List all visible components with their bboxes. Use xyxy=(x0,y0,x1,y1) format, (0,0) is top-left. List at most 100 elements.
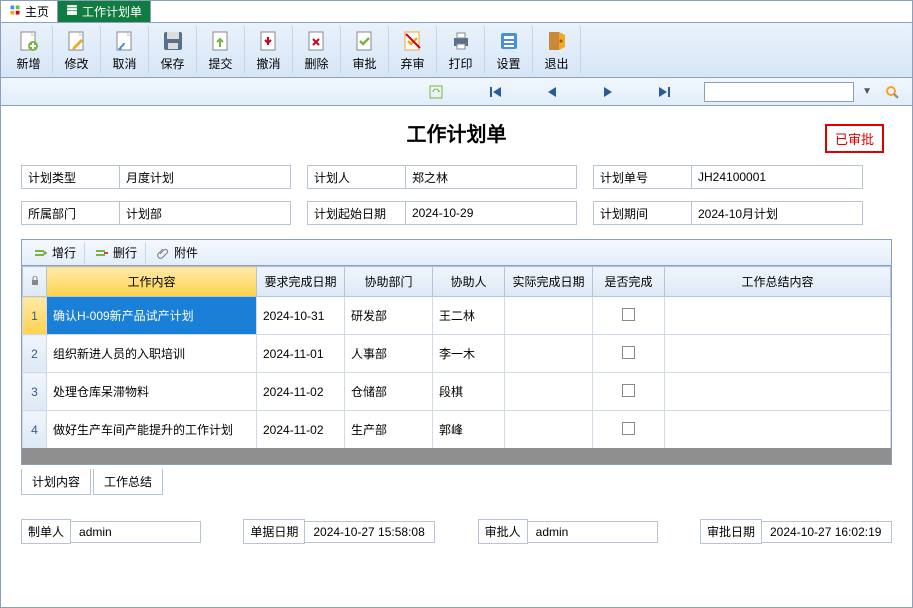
dropdown-icon[interactable]: ▼ xyxy=(862,86,872,97)
form-row-1: 计划类型月度计划 计划人郑之林 计划单号JH24100001 xyxy=(1,159,912,195)
find-button[interactable] xyxy=(880,82,904,102)
cell-summary[interactable] xyxy=(665,373,891,411)
cell-due[interactable]: 2024-11-02 xyxy=(257,411,345,449)
col-content[interactable]: 工作内容 xyxy=(47,267,257,297)
cell-summary[interactable] xyxy=(665,297,891,335)
col-dept[interactable]: 协助部门 xyxy=(345,267,433,297)
col-summary[interactable]: 工作总结内容 xyxy=(665,267,891,297)
print-button[interactable]: 打印 xyxy=(437,25,485,75)
tab-plan-content[interactable]: 计划内容 xyxy=(21,469,91,495)
cell-done[interactable] xyxy=(593,411,665,449)
last-button[interactable] xyxy=(652,82,676,102)
cell-dept[interactable]: 生产部 xyxy=(345,411,433,449)
cell-due[interactable]: 2024-10-31 xyxy=(257,297,345,335)
cell-summary[interactable] xyxy=(665,335,891,373)
cell-person[interactable]: 王二林 xyxy=(433,297,505,335)
next-button[interactable] xyxy=(596,82,620,102)
row-number: 2 xyxy=(23,335,47,373)
cell-done[interactable] xyxy=(593,373,665,411)
settings-label: 设置 xyxy=(496,55,520,72)
save-button[interactable]: 保存 xyxy=(149,25,197,75)
cancel-icon xyxy=(113,29,137,55)
edit-icon xyxy=(65,29,89,55)
cell-person[interactable]: 李一木 xyxy=(433,335,505,373)
col-due[interactable]: 要求完成日期 xyxy=(257,267,345,297)
cell-person[interactable]: 郭峰 xyxy=(433,411,505,449)
discard-button[interactable]: 弃审 xyxy=(389,25,437,75)
delrow-button[interactable]: 删行 xyxy=(87,242,146,264)
add-icon xyxy=(17,29,41,55)
settings-button[interactable]: 设置 xyxy=(485,25,533,75)
cell-actual[interactable] xyxy=(505,335,593,373)
cell-dept[interactable]: 人事部 xyxy=(345,335,433,373)
done-checkbox[interactable] xyxy=(622,308,635,321)
cell-done[interactable] xyxy=(593,297,665,335)
submit-button[interactable]: 提交 xyxy=(197,25,245,75)
cell-dept[interactable]: 研发部 xyxy=(345,297,433,335)
done-checkbox[interactable] xyxy=(622,422,635,435)
creator-label: 制单人 xyxy=(21,519,71,544)
search-input[interactable] xyxy=(704,82,854,102)
prev-button[interactable] xyxy=(540,82,564,102)
cell-content[interactable]: 处理仓库呆滞物料 xyxy=(47,373,257,411)
cell-due[interactable]: 2024-11-02 xyxy=(257,373,345,411)
cell-content[interactable]: 组织新进人员的入职培训 xyxy=(47,335,257,373)
done-checkbox[interactable] xyxy=(622,384,635,397)
tab-work-summary[interactable]: 工作总结 xyxy=(93,469,163,495)
cell-content[interactable]: 确认H-009新产品试产计划 xyxy=(47,297,257,335)
cell-due[interactable]: 2024-11-01 xyxy=(257,335,345,373)
cell-dept[interactable]: 仓储部 xyxy=(345,373,433,411)
home-icon xyxy=(9,4,21,19)
window-tabs: 主页 工作计划单 xyxy=(1,1,912,23)
first-icon xyxy=(489,85,503,99)
form-row-2: 所属部门计划部 计划起始日期2024-10-29 计划期间2024-10月计划 xyxy=(1,195,912,231)
cell-actual[interactable] xyxy=(505,297,593,335)
search-icon xyxy=(884,84,900,100)
main-toolbar: 新增 修改 取消 保存 提交 撤消 删除 审批 弃审 打印 设置 退出 xyxy=(1,23,912,78)
table-row[interactable]: 4做好生产车间产能提升的工作计划2024-11-02生产部郭峰 xyxy=(23,411,891,449)
add-button[interactable]: 新增 xyxy=(5,25,53,75)
grid-toolbar: 增行 删行 附件 xyxy=(22,240,891,266)
cell-summary[interactable] xyxy=(665,411,891,449)
planner-value[interactable]: 郑之林 xyxy=(405,165,577,189)
delete-button[interactable]: 删除 xyxy=(293,25,341,75)
table-row[interactable]: 1确认H-009新产品试产计划2024-10-31研发部王二林 xyxy=(23,297,891,335)
cell-content[interactable]: 做好生产车间产能提升的工作计划 xyxy=(47,411,257,449)
table-row[interactable]: 3处理仓库呆滞物料2024-11-02仓储部段棋 xyxy=(23,373,891,411)
done-checkbox[interactable] xyxy=(622,346,635,359)
first-button[interactable] xyxy=(484,82,508,102)
table-row[interactable]: 2组织新进人员的入职培训2024-11-01人事部李一木 xyxy=(23,335,891,373)
tab-home[interactable]: 主页 xyxy=(1,1,58,22)
cell-actual[interactable] xyxy=(505,411,593,449)
next-icon xyxy=(602,86,614,98)
cell-actual[interactable] xyxy=(505,373,593,411)
approve-button[interactable]: 审批 xyxy=(341,25,389,75)
lock-icon xyxy=(30,276,40,286)
col-person[interactable]: 协助人 xyxy=(433,267,505,297)
grid-table: 工作内容 要求完成日期 协助部门 协助人 实际完成日期 是否完成 工作总结内容 … xyxy=(22,266,891,448)
addrow-button[interactable]: 增行 xyxy=(26,242,85,264)
cell-done[interactable] xyxy=(593,335,665,373)
exit-button[interactable]: 退出 xyxy=(533,25,581,75)
delete-label: 删除 xyxy=(304,55,328,72)
plan-no-value[interactable]: JH24100001 xyxy=(691,165,863,189)
cancel-button[interactable]: 取消 xyxy=(101,25,149,75)
cell-person[interactable]: 段棋 xyxy=(433,373,505,411)
department-value[interactable]: 计划部 xyxy=(119,201,291,225)
revoke-button[interactable]: 撤消 xyxy=(245,25,293,75)
col-lock[interactable] xyxy=(23,267,47,297)
cancel-label: 取消 xyxy=(112,55,136,72)
col-done[interactable]: 是否完成 xyxy=(593,267,665,297)
revoke-icon xyxy=(257,29,281,55)
plan-period-value[interactable]: 2024-10月计划 xyxy=(691,201,863,225)
start-date-value[interactable]: 2024-10-29 xyxy=(405,201,577,225)
refresh-button[interactable] xyxy=(424,82,448,102)
attach-button[interactable]: 附件 xyxy=(148,242,206,264)
plan-type-value[interactable]: 月度计划 xyxy=(119,165,291,189)
tab-workplan[interactable]: 工作计划单 xyxy=(58,1,151,22)
col-actual[interactable]: 实际完成日期 xyxy=(505,267,593,297)
title-area: 工作计划单 已审批 xyxy=(1,106,912,159)
edit-button[interactable]: 修改 xyxy=(53,25,101,75)
sheet-icon xyxy=(66,4,78,19)
start-date-label: 计划起始日期 xyxy=(307,201,405,225)
